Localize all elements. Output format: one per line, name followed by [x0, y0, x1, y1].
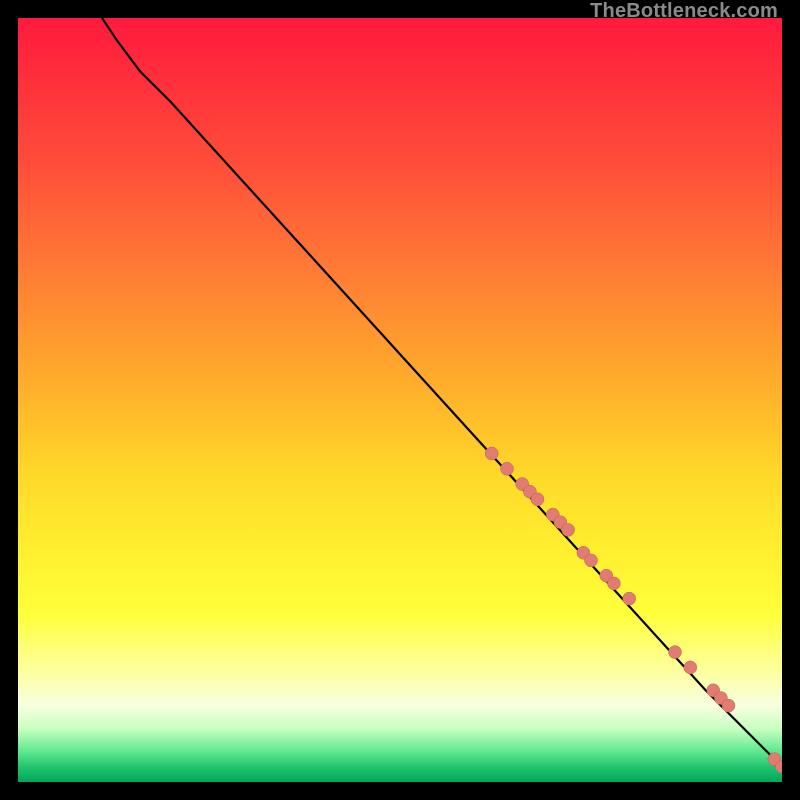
data-point — [722, 699, 735, 712]
data-point — [684, 661, 697, 674]
data-point — [585, 554, 598, 567]
chart-stage: TheBottleneck.com — [0, 0, 800, 800]
data-point — [669, 646, 682, 659]
plot-area — [18, 18, 782, 782]
data-point — [501, 462, 514, 475]
chart-svg — [18, 18, 782, 782]
data-point — [531, 493, 544, 506]
data-point — [485, 447, 498, 460]
data-point — [607, 577, 620, 590]
data-point — [623, 592, 636, 605]
data-point — [562, 523, 575, 536]
